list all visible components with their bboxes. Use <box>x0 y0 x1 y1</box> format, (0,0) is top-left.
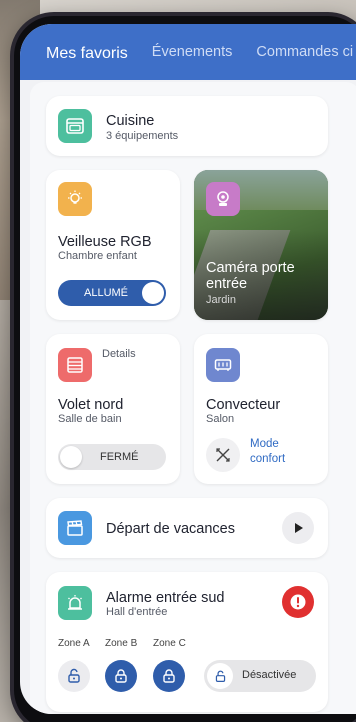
toggle-knob <box>60 446 82 468</box>
top-tab-bar: Mes favoris Évenements Commandes ci <box>20 24 356 80</box>
heater-icon <box>206 348 240 382</box>
camera-icon <box>206 182 240 216</box>
light-subtitle: Chambre enfant <box>58 250 137 262</box>
heater-mode-line2: confort <box>250 453 286 465</box>
play-icon <box>295 523 303 533</box>
light-toggle[interactable]: ALLUMÉ <box>58 280 166 306</box>
favorites-panel: Cuisine 3 équipements Veilleuse RGB Cham… <box>30 82 356 714</box>
shutter-title: Volet nord <box>58 397 124 413</box>
zone-a-label: Zone A <box>58 638 90 649</box>
heater-card[interactable]: Convecteur Salon Mode confort <box>194 334 328 484</box>
alarm-card[interactable]: Alarme entrée sud Hall d'entrée Zone A Z… <box>46 572 328 712</box>
tab-favorites[interactable]: Mes favoris <box>46 41 128 63</box>
exclamation-icon <box>290 594 306 610</box>
camera-title-line2: entrée <box>206 276 248 292</box>
clapper-icon <box>58 511 92 545</box>
kitchen-title: Cuisine <box>106 113 155 129</box>
toggle-knob <box>207 663 233 689</box>
alarm-title: Alarme entrée sud <box>106 590 225 606</box>
shutter-toggle-label: FERMÉ <box>100 451 139 463</box>
alert-button[interactable] <box>282 586 314 618</box>
toggle-knob <box>142 282 164 304</box>
alarm-status-toggle[interactable]: Désactivée <box>204 660 316 692</box>
shutter-toggle[interactable]: FERMÉ <box>58 444 166 470</box>
shutter-card[interactable]: Details Volet nord Salle de bain FERMÉ <box>46 334 180 484</box>
camera-title-line1: Caméra porte <box>206 260 295 276</box>
camera-subtitle: Jardin <box>206 294 236 306</box>
heater-title: Convecteur <box>206 397 281 413</box>
kitchen-subtitle: 3 équipements <box>106 130 179 142</box>
bulb-icon <box>58 182 92 216</box>
heater-mode-line1: Mode <box>250 438 279 450</box>
light-toggle-label: ALLUMÉ <box>84 287 129 299</box>
zone-a-lock-button[interactable] <box>58 660 90 692</box>
zone-b-label: Zone B <box>105 638 138 649</box>
heater-subtitle: Salon <box>206 413 235 425</box>
app-screen: Mes favoris Évenements Commandes ci Cuis… <box>20 24 356 714</box>
cross-arrows-icon <box>216 448 230 462</box>
zone-b-lock-button[interactable] <box>105 660 137 692</box>
lock-icon <box>115 669 127 683</box>
heater-mode-button[interactable] <box>206 438 240 472</box>
play-button[interactable] <box>282 512 314 544</box>
tab-commands[interactable]: Commandes ci <box>256 44 353 60</box>
shutter-icon <box>58 348 92 382</box>
camera-card[interactable]: Caméra porte entrée Jardin <box>194 170 328 320</box>
shutter-details-link[interactable]: Details <box>102 348 136 360</box>
alarm-status-label: Désactivée <box>242 669 297 681</box>
zone-c-label: Zone C <box>153 638 186 649</box>
shutter-subtitle: Salle de bain <box>58 413 122 425</box>
tab-events[interactable]: Évenements <box>152 44 233 60</box>
kitchen-card[interactable]: Cuisine 3 équipements <box>46 96 328 156</box>
unlock-icon <box>68 668 80 683</box>
oven-icon <box>58 109 92 143</box>
lock-icon <box>163 669 175 683</box>
vacation-scenario-card[interactable]: Départ de vacances <box>46 498 328 558</box>
light-card[interactable]: Veilleuse RGB Chambre enfant ALLUMÉ <box>46 170 180 320</box>
alarm-light-icon <box>58 586 92 620</box>
unlock-icon <box>215 670 225 682</box>
light-title: Veilleuse RGB <box>58 234 152 250</box>
alarm-subtitle: Hall d'entrée <box>106 606 168 618</box>
vacation-title: Départ de vacances <box>106 521 235 537</box>
zone-c-lock-button[interactable] <box>153 660 185 692</box>
